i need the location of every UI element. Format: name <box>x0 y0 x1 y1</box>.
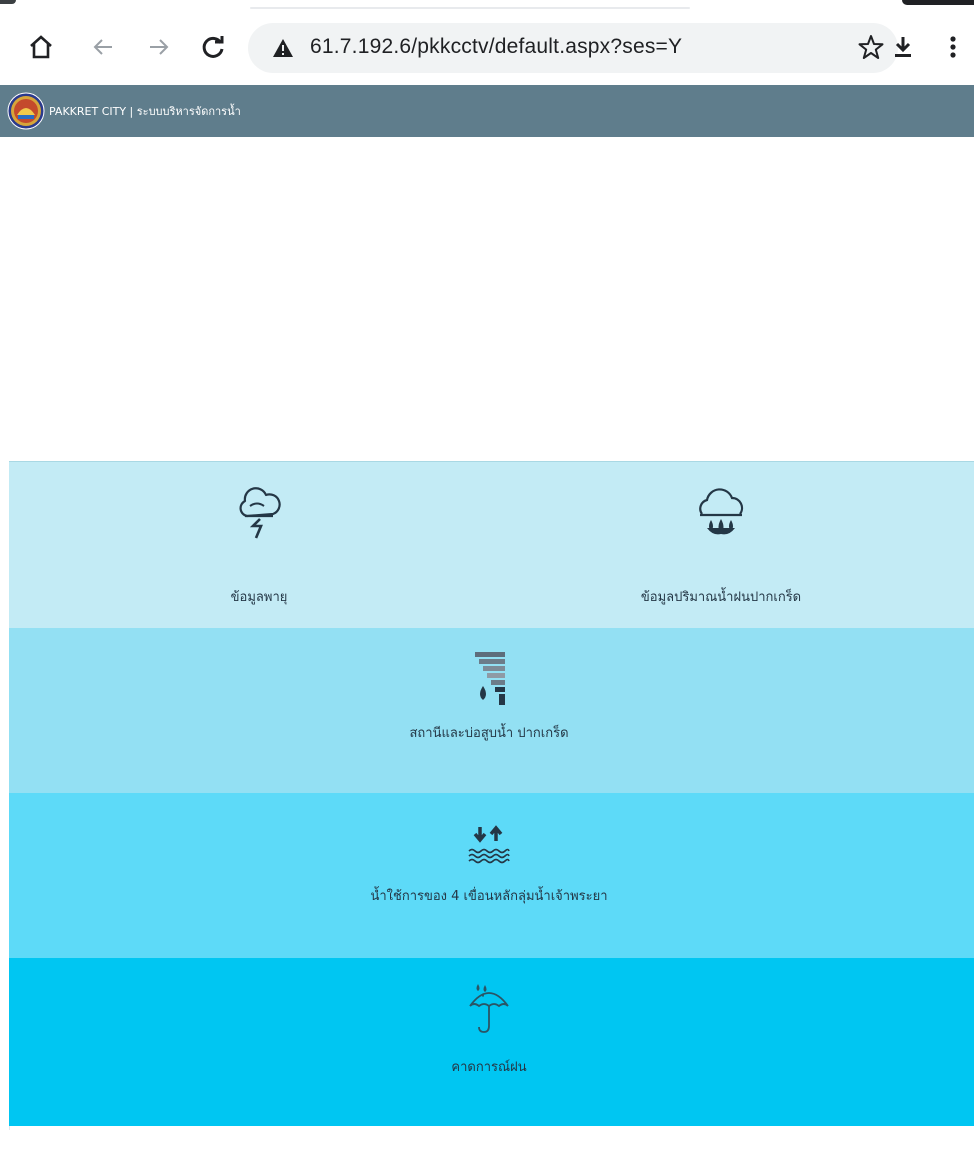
forward-arrow-icon <box>150 39 169 55</box>
tab-strip <box>0 0 974 14</box>
storm-data-tile[interactable]: ข้อมูลพายุ <box>189 486 329 607</box>
download-button[interactable] <box>882 26 924 68</box>
storm-data-label: ข้อมูลพายุ <box>230 590 288 605</box>
city-seal-logo-icon[interactable] <box>7 92 45 130</box>
dam-water-tile[interactable]: น้ำใช้การของ 4 เขื่อนหลักลุ่มน้ำเจ้าพระย… <box>309 823 669 906</box>
more-menu-icon <box>950 36 956 58</box>
bookmark-star-icon <box>858 35 884 59</box>
bookmark-button[interactable] <box>858 34 884 64</box>
site-title: PAKKRET CITY | ระบบบริหารจัดการน้ำ <box>49 105 241 118</box>
tab-edge-left <box>0 0 16 4</box>
back-button[interactable] <box>82 26 124 68</box>
pakkret-rainfall-tile[interactable]: ข้อมูลปริมาณน้ำฝนปากเกร็ด <box>621 486 821 607</box>
menu-row-1: ข้อมูลพายุ ข้อมูลปริมาณน้ำฝนปากเกร็ด <box>9 461 974 628</box>
rain-forecast-tile[interactable]: คาดการณ์ฝน <box>389 980 589 1077</box>
menu-row-3: น้ำใช้การของ 4 เขื่อนหลักลุ่มน้ำเจ้าพระย… <box>9 793 974 958</box>
page-footer-space <box>0 1130 974 1170</box>
menu-row-4: คาดการณ์ฝน <box>9 958 974 1126</box>
reload-icon <box>202 36 224 58</box>
tab-indicator <box>250 7 690 9</box>
home-button[interactable] <box>20 26 62 68</box>
umbrella-rain-icon <box>469 984 509 1033</box>
address-bar[interactable]: 61.7.192.6/pkkcctv/default.aspx?ses=Y <box>248 23 898 73</box>
reload-button[interactable] <box>192 26 234 68</box>
dam-water-label: น้ำใช้การของ 4 เขื่อนหลักลุ่มน้ำเจ้าพระย… <box>370 889 608 904</box>
pump-station-label: สถานีและบ่อสูบน้ำ ปากเกร็ด <box>409 726 569 741</box>
menu-row-2: สถานีและบ่อสูบน้ำ ปากเกร็ด <box>9 628 974 793</box>
water-level-arrows-icon <box>468 825 510 864</box>
back-arrow-icon <box>93 39 112 55</box>
browser-toolbar: 61.7.192.6/pkkcctv/default.aspx?ses=Y <box>0 14 974 84</box>
pakkret-rainfall-label: ข้อมูลปริมาณน้ำฝนปากเกร็ด <box>640 590 802 605</box>
pump-station-tile[interactable]: สถานีและบ่อสูบน้ำ ปากเกร็ด <box>389 650 589 743</box>
rain-forecast-label: คาดการณ์ฝน <box>451 1060 527 1075</box>
more-menu-button[interactable] <box>932 26 974 68</box>
address-url: 61.7.192.6/pkkcctv/default.aspx?ses=Y <box>310 35 683 58</box>
forward-button[interactable] <box>138 26 180 68</box>
home-icon <box>30 35 52 59</box>
not-secure-warning-icon <box>273 39 293 57</box>
storm-cloud-icon <box>239 487 281 539</box>
download-icon <box>895 37 911 57</box>
rain-cloud-drops-icon <box>699 488 744 535</box>
water-station-icon <box>475 652 505 705</box>
site-header: PAKKRET CITY | ระบบบริหารจัดการน้ำ <box>0 85 974 137</box>
tab-edge-right <box>902 0 974 5</box>
main-menu: ข้อมูลพายุ ข้อมูลปริมาณน้ำฝนปากเกร็ด สถา… <box>9 461 974 1126</box>
